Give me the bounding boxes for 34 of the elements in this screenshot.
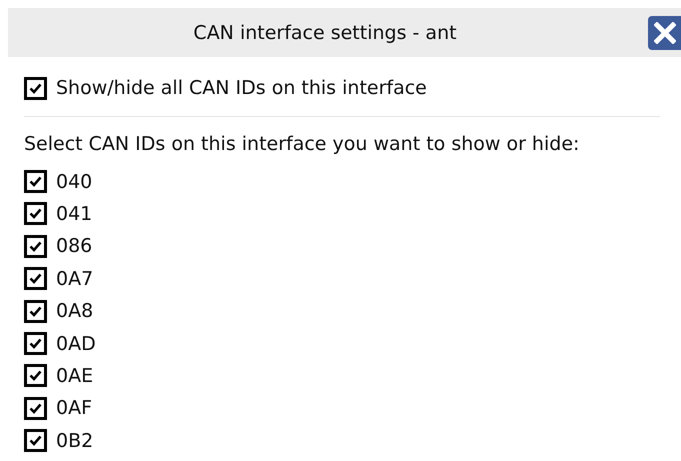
instruction-text: Select CAN IDs on this interface you want to show or hide: [24, 132, 580, 158]
checkmark-icon [29, 176, 42, 188]
checkmark-icon [29, 370, 42, 382]
checkbox[interactable] [24, 364, 47, 388]
checkbox-label: 0AD [56, 332, 96, 355]
checkmark-icon [29, 240, 42, 252]
checkmark-icon [29, 208, 42, 220]
checkmark-icon [29, 435, 42, 446]
checkbox-label: 086 [56, 235, 92, 258]
window-title: CAN interface settings - ant [192, 22, 458, 44]
close-button[interactable] [648, 16, 681, 50]
checkbox[interactable] [24, 396, 47, 420]
checkbox[interactable] [24, 267, 47, 290]
checkbox[interactable] [24, 76, 47, 100]
checkbox-label: 041 [56, 202, 92, 225]
checkbox-label: 0AE [56, 364, 94, 387]
checkbox[interactable] [24, 234, 47, 258]
checkmark-icon [29, 306, 42, 317]
checkmark-icon [29, 402, 42, 414]
checkmark-icon [29, 273, 42, 284]
checkmark-icon [29, 338, 42, 350]
close-icon [654, 22, 676, 44]
checkbox[interactable] [24, 332, 47, 356]
checkbox[interactable] [24, 429, 47, 452]
checkbox[interactable] [24, 300, 47, 323]
checkbox-label: 0AF [56, 397, 92, 420]
checkbox[interactable] [24, 202, 47, 226]
checkmark-icon [29, 82, 42, 94]
checkbox[interactable] [24, 170, 47, 194]
checkbox-label: 040 [56, 170, 92, 193]
checkbox-label: Show/hide all CAN IDs on this interface [56, 77, 427, 100]
checkbox-label: 0A7 [56, 268, 94, 290]
checkbox-label: 0B2 [56, 430, 94, 452]
checkbox-label: 0A8 [56, 300, 94, 322]
